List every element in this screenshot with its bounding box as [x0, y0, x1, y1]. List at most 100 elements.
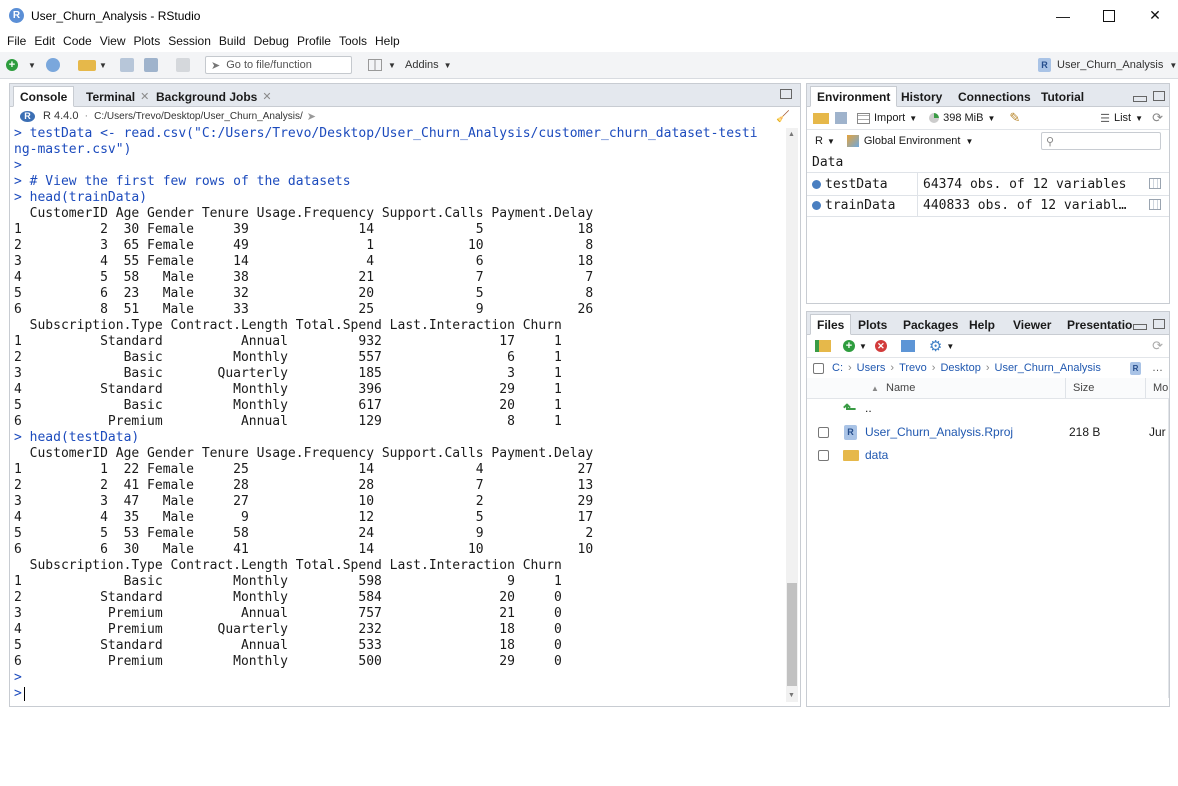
tab-viewer[interactable]: Viewer	[1007, 315, 1057, 334]
tab-connections[interactable]: Connections	[952, 87, 1037, 106]
expand-icon[interactable]	[812, 200, 821, 210]
maximize-pane-icon[interactable]	[1153, 91, 1165, 101]
more-path-icon[interactable]: …	[1152, 362, 1163, 374]
breadcrumb-item[interactable]: Users	[857, 362, 886, 374]
refresh-icon[interactable]: ⟳	[1152, 110, 1163, 126]
grid-layout-button[interactable]: ▼	[368, 57, 396, 73]
env-row-traindata[interactable]: trainData 440833 obs. of 12 variabl…	[807, 194, 1169, 217]
tab-files[interactable]: Files	[810, 314, 852, 335]
file-name-link[interactable]: User_Churn_Analysis.Rproj	[865, 425, 1013, 439]
tab-background-jobs[interactable]: Background Jobs ✕	[150, 87, 278, 106]
language-select[interactable]: R ▼	[815, 135, 835, 147]
close-icon[interactable]: ✕	[262, 90, 271, 103]
breadcrumb-item[interactable]: C:	[832, 362, 843, 374]
delete-icon[interactable]: ✕	[874, 340, 887, 352]
tab-help[interactable]: Help	[963, 315, 1001, 334]
goto-file-input[interactable]: ➤ Go to file/function	[205, 56, 352, 74]
clear-console-icon[interactable]: 🧹	[776, 110, 790, 123]
tab-environment[interactable]: Environment	[810, 86, 898, 107]
tab-plots[interactable]: Plots	[852, 315, 893, 334]
maximize-button[interactable]	[1086, 0, 1132, 31]
scrollbar-thumb[interactable]	[787, 583, 797, 686]
rename-icon[interactable]	[900, 340, 915, 352]
maximize-pane-icon[interactable]	[1153, 319, 1165, 329]
menu-debug[interactable]: Debug	[254, 34, 289, 48]
menu-tools[interactable]: Tools	[339, 34, 367, 48]
column-name[interactable]: Name	[886, 382, 915, 394]
console-output-line: 1 2 30 Female 39 14 5 18	[14, 222, 594, 237]
goto-directory-icon[interactable]: ➤	[307, 110, 316, 123]
print-button[interactable]	[176, 57, 190, 73]
select-all-checkbox[interactable]	[813, 362, 824, 374]
view-data-icon[interactable]	[1149, 199, 1161, 210]
expand-icon[interactable]	[812, 179, 821, 189]
scroll-down-icon[interactable]: ▼	[788, 692, 795, 699]
scroll-up-icon[interactable]: ▲	[788, 131, 795, 138]
new-file-button[interactable]: + ▼	[6, 57, 36, 73]
console-scrollbar[interactable]: ▲ ▼	[786, 128, 798, 702]
chevron-down-icon[interactable]: ▼	[859, 342, 867, 351]
broom-icon[interactable]: ✎	[1009, 110, 1020, 126]
breadcrumb-item[interactable]: Desktop	[940, 362, 980, 374]
project-rproj-icon[interactable]: R	[1130, 361, 1141, 375]
new-blank-file-icon[interactable]: +	[843, 340, 855, 352]
column-modified[interactable]: Mo	[1153, 382, 1168, 394]
memory-usage-button[interactable]: 398 MiB ▼	[929, 112, 995, 124]
env-search-input[interactable]: ⚲	[1041, 132, 1161, 150]
env-row-testdata[interactable]: testData 64374 obs. of 12 variables	[807, 172, 1169, 196]
refresh-icon[interactable]: ⟳	[1152, 338, 1163, 354]
menu-view[interactable]: View	[100, 34, 126, 48]
tab-terminal[interactable]: Terminal ✕	[80, 87, 155, 106]
console-command-line: > head(trainData)	[14, 190, 148, 205]
chevron-down-icon[interactable]: ▼	[946, 342, 954, 351]
save-button[interactable]	[120, 57, 134, 73]
scope-select[interactable]: Global Environment ▼	[846, 135, 973, 147]
file-name-link[interactable]: data	[865, 448, 888, 462]
sort-up-icon[interactable]: ▲	[871, 384, 879, 393]
restore-pane-icon[interactable]	[780, 89, 792, 99]
file-row-data-folder[interactable]: data	[807, 444, 1169, 466]
project-menu-button[interactable]: R User_Churn_Analysis ▼	[1038, 57, 1177, 73]
menu-session[interactable]: Session	[168, 34, 211, 48]
tab-history[interactable]: History	[895, 87, 948, 106]
minimize-pane-icon[interactable]	[1133, 324, 1147, 330]
view-mode-button[interactable]: ☰ List ▼	[1100, 112, 1143, 125]
tab-packages[interactable]: Packages	[897, 315, 964, 334]
text-cursor[interactable]	[23, 686, 25, 701]
new-project-button[interactable]	[46, 57, 60, 73]
more-gear-icon[interactable]: ⚙	[929, 337, 942, 355]
minimize-pane-icon[interactable]	[1133, 96, 1147, 102]
console-output-line: 5 Basic Monthly 617 20 1	[14, 398, 562, 413]
import-dataset-button[interactable]: Import ▼	[857, 112, 917, 124]
close-icon[interactable]: ✕	[140, 90, 149, 103]
breadcrumb-item[interactable]: User_Churn_Analysis	[995, 362, 1101, 374]
parent-directory-link[interactable]: ..	[865, 401, 872, 415]
console-output[interactable]: > testData <- read.csv("C:/Users/Trevo/D…	[14, 126, 780, 786]
menu-build[interactable]: Build	[219, 34, 246, 48]
save-workspace-icon[interactable]	[835, 112, 847, 124]
file-row-rproj[interactable]: R User_Churn_Analysis.Rproj 218 B Jur	[807, 421, 1169, 443]
addins-button[interactable]: Addins ▼	[405, 57, 452, 73]
menu-code[interactable]: Code	[63, 34, 92, 48]
open-file-button[interactable]: ▼	[78, 57, 107, 73]
menu-profile[interactable]: Profile	[297, 34, 331, 48]
menu-file[interactable]: File	[7, 34, 26, 48]
menu-edit[interactable]: Edit	[34, 34, 55, 48]
save-all-button[interactable]	[144, 57, 158, 73]
column-size[interactable]: Size	[1073, 382, 1094, 394]
file-row-parent[interactable]: ⬑ ..	[807, 398, 1169, 420]
tab-presentation[interactable]: Presentatio	[1061, 315, 1133, 334]
minimize-button[interactable]: —	[1040, 0, 1086, 31]
working-directory-path[interactable]: C:/Users/Trevo/Desktop/User_Churn_Analys…	[94, 111, 303, 122]
load-workspace-icon[interactable]	[813, 112, 829, 124]
menu-plots[interactable]: Plots	[134, 34, 161, 48]
tab-console[interactable]: Console	[13, 86, 75, 107]
tab-tutorial[interactable]: Tutorial	[1035, 87, 1090, 106]
file-checkbox[interactable]	[818, 426, 829, 438]
file-checkbox[interactable]	[818, 449, 829, 461]
view-data-icon[interactable]	[1149, 178, 1161, 189]
breadcrumb-item[interactable]: Trevo	[899, 362, 927, 374]
close-button[interactable]: ✕	[1132, 0, 1178, 31]
new-folder-icon[interactable]	[815, 340, 831, 352]
menu-help[interactable]: Help	[375, 34, 400, 48]
